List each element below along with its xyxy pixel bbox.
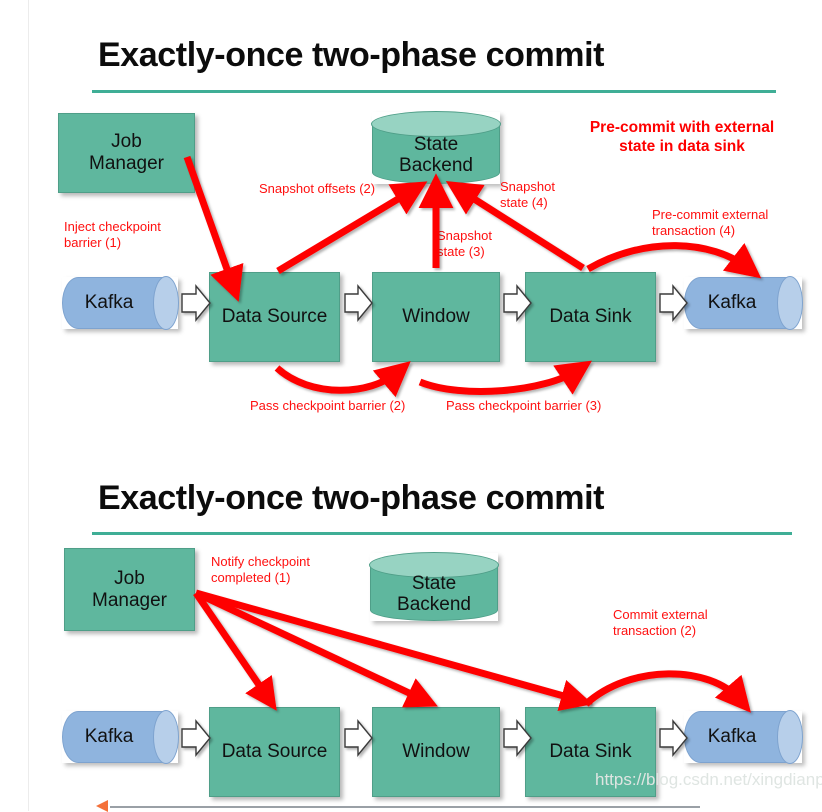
watermark-url: https://blog.csdn.net/xingdianp [595, 770, 822, 789]
slide-2-kafka-source-label: Kafka [84, 726, 134, 747]
slide-1-job-manager-box[interactable]: Job Manager [58, 113, 195, 193]
slide-2-state-backend-label: State Backend [370, 569, 498, 621]
slide-1-data-source-box[interactable]: Data Source [209, 272, 340, 362]
slide-1-window-label: Window [402, 306, 470, 328]
state-backend-line-1: State [413, 134, 459, 156]
state-backend-line-2: Backend [399, 155, 473, 176]
slide-1-job-manager-label: Job Manager [89, 131, 164, 174]
slide-2-data-source-box[interactable]: Data Source [209, 707, 340, 797]
slide-2-annotation-notify-completed: Notify checkpoint completed (1) [211, 554, 310, 585]
slide-1-kafka-sink-label: Kafka [707, 292, 757, 313]
slide-1-annotation-snapshot-offsets: Snapshot offsets (2) [259, 181, 376, 196]
slide-1-data-sink-label: Data Sink [549, 306, 632, 328]
kafka-cylinder-cap [777, 276, 803, 330]
slide-2-title: Exactly-once two-phase commit [98, 479, 605, 517]
kafka-cylinder-cap [153, 710, 179, 764]
slide-2-data-sink-label: Data Sink [549, 741, 632, 763]
slide-2-title-rule [92, 532, 792, 535]
slide-1-annotation-precommit-external: Pre-commit external transaction (4) [652, 207, 769, 238]
slide-2-window-box[interactable]: Window [372, 707, 500, 797]
kafka-cylinder-cap [777, 710, 803, 764]
state-backend-line-1: State [411, 573, 457, 595]
slide-1-data-sink-box[interactable]: Data Sink [525, 272, 656, 362]
slide-2-window-label: Window [402, 741, 470, 763]
slide-2-annotation-commit-external: Commit external transaction (2) [613, 607, 708, 638]
slide-1-kafka-sink-cylinder[interactable]: Kafka [684, 276, 803, 330]
slide-1-callout-text: Pre-commit with external state in data s… [589, 119, 775, 156]
slide-1-data-source-label: Data Source [221, 306, 328, 328]
slide-2-kafka-sink-cylinder[interactable]: Kafka [684, 710, 803, 764]
slide-1: Exactly-once two-phase commit Job Manage… [0, 0, 822, 455]
slide-2-data-source-label: Data Source [221, 741, 328, 763]
bottom-orange-arrow-icon [96, 800, 108, 812]
slide-1-kafka-source-cylinder[interactable]: Kafka [62, 276, 179, 330]
state-backend-line-2: Backend [397, 594, 471, 615]
slide-1-title: Exactly-once two-phase commit [98, 36, 605, 74]
slide-1-annotation-inject-barrier: Inject checkpoint barrier (1) [64, 219, 161, 250]
slide-1-annotation-snapshot-state-4: Snapshot state (4) [500, 179, 555, 210]
slide-1-state-backend-cylinder[interactable]: State Backend [371, 111, 501, 184]
slide-1-annotation-snapshot-state-3: Snapshot state (3) [437, 228, 492, 259]
slide-2-state-backend-cylinder[interactable]: State Backend [369, 552, 499, 621]
slide-2-job-manager-label: Job Manager [92, 567, 167, 611]
slide-2: Exactly-once two-phase commit Job Manage… [0, 455, 822, 811]
slide-2-kafka-sink-label: Kafka [707, 726, 757, 747]
slide-1-state-backend-label: State Backend [372, 128, 500, 184]
slide-1-annotation-pass-barrier-2: Pass checkpoint barrier (2) [250, 398, 406, 413]
slide-deck-canvas: Exactly-once two-phase commit Job Manage… [0, 0, 822, 812]
bottom-divider-rule [110, 806, 700, 808]
slide-2-job-manager-box[interactable]: Job Manager [64, 548, 195, 631]
kafka-cylinder-cap [153, 276, 179, 330]
slide-1-window-box[interactable]: Window [372, 272, 500, 362]
slide-1-kafka-source-label: Kafka [84, 292, 134, 313]
slide-1-title-rule [92, 90, 776, 93]
slide-2-kafka-source-cylinder[interactable]: Kafka [62, 710, 179, 764]
slide-1-annotation-pass-barrier-3: Pass checkpoint barrier (3) [446, 398, 602, 413]
